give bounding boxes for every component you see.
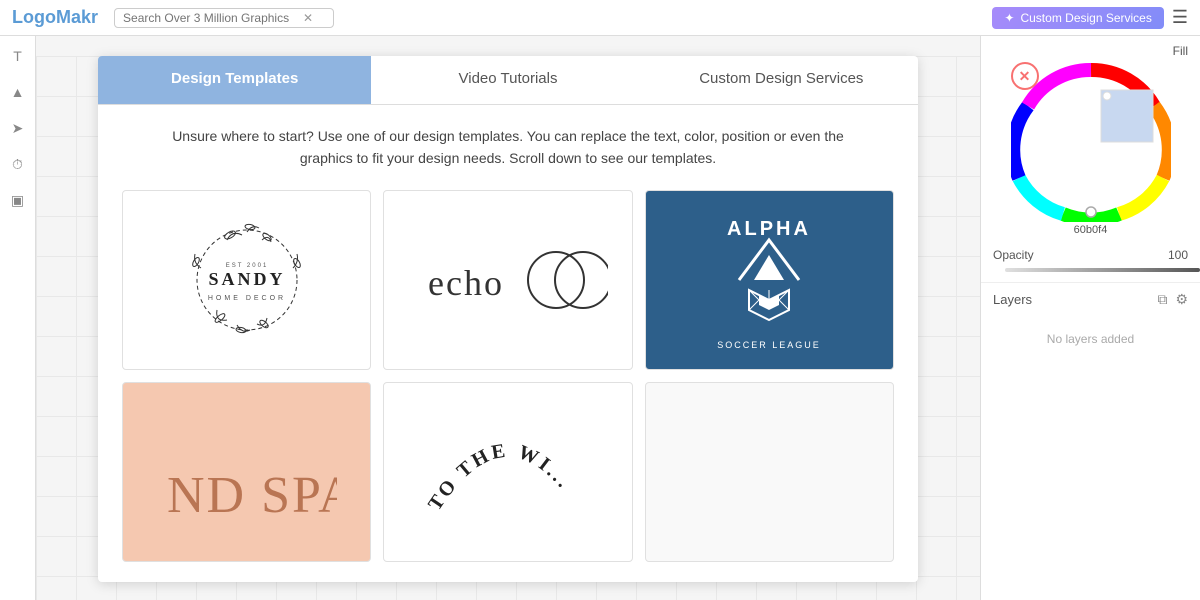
text-tool-icon[interactable]: T <box>6 44 30 68</box>
svg-text:ND SPA: ND SPA <box>167 467 337 522</box>
opacity-value: 100 <box>1168 248 1188 262</box>
spa-logo-svg: ND SPA <box>157 422 337 522</box>
main-area: Design Templates Video Tutorials Custom … <box>36 36 980 600</box>
opacity-slider[interactable] <box>1005 268 1200 272</box>
left-sidebar: T ▲ ➤ ⏱ ▣ <box>0 36 36 600</box>
arrow-tool-icon[interactable]: ➤ <box>6 116 30 140</box>
tab-video-tutorials[interactable]: Video Tutorials <box>371 56 644 104</box>
template-card-sandy[interactable]: SANDY EST 2001 HOME DECOR <box>122 190 371 370</box>
no-layers-text: No layers added <box>993 316 1188 362</box>
custom-design-label: Custom Design Services <box>1020 11 1151 25</box>
tab-bar: Design Templates Video Tutorials Custom … <box>98 56 918 105</box>
opacity-label: Opacity <box>993 248 1164 262</box>
hamburger-icon[interactable]: ☰ <box>1172 7 1188 28</box>
templates-dialog: Design Templates Video Tutorials Custom … <box>98 56 918 582</box>
color-close-button[interactable]: ✕ <box>1011 62 1039 90</box>
fill-label: Fill <box>993 44 1188 58</box>
svg-text:echo: echo <box>428 263 504 303</box>
custom-design-button[interactable]: ✦ Custom Design Services <box>992 7 1163 29</box>
hex-text: 60b0f4 <box>1074 224 1108 236</box>
grid-background: Design Templates Video Tutorials Custom … <box>36 56 980 600</box>
svg-text:HOME DECOR: HOME DECOR <box>208 295 286 302</box>
navbar: LogoMakr ✕ ✦ Custom Design Services ☰ <box>0 0 1200 36</box>
search-input[interactable] <box>123 11 303 25</box>
layer-tool-icon[interactable]: ▣ <box>6 188 30 212</box>
layers-duplicate-icon[interactable]: ⧉ <box>1157 291 1167 308</box>
navbar-right: ✦ Custom Design Services ☰ <box>992 7 1188 29</box>
search-bar[interactable]: ✕ <box>114 8 334 28</box>
right-panel: Fill <box>980 36 1200 600</box>
hex-value: 60b0f4 <box>993 224 1188 236</box>
history-tool-icon[interactable]: ⏱ <box>6 152 30 176</box>
wild-logo-svg: TO THE WI... <box>418 412 598 532</box>
svg-text:TO THE WI...: TO THE WI... <box>424 439 576 514</box>
template-card-echo[interactable]: echo <box>383 190 632 370</box>
template-card-alpha[interactable]: ALPHA SOCCER LEAGUE <box>645 190 894 370</box>
logo: LogoMakr <box>12 7 98 28</box>
template-card-spa[interactable]: ND SPA <box>122 382 371 562</box>
star-icon: ✦ <box>1004 11 1014 25</box>
layers-icons: ⧉ ⚙ <box>1157 291 1188 308</box>
template-card-empty[interactable] <box>645 382 894 562</box>
search-icon: ✕ <box>303 11 313 25</box>
tab-custom-design[interactable]: Custom Design Services <box>645 56 918 104</box>
template-grid: SANDY EST 2001 HOME DECOR echo <box>122 190 894 562</box>
svg-text:EST 2001: EST 2001 <box>225 263 268 269</box>
layers-settings-icon[interactable]: ⚙ <box>1175 291 1188 308</box>
layers-section: Layers ⧉ ⚙ No layers added <box>981 282 1200 370</box>
layers-label: Layers <box>993 292 1157 307</box>
echo-logo-svg: echo <box>408 230 608 330</box>
layers-header: Layers ⧉ ⚙ <box>993 291 1188 308</box>
template-card-wild[interactable]: TO THE WI... <box>383 382 632 562</box>
dialog-body: Unsure where to start? Use one of our de… <box>98 105 918 582</box>
sandy-logo-svg: SANDY EST 2001 HOME DECOR <box>177 210 317 350</box>
tab-design-templates[interactable]: Design Templates <box>98 56 371 104</box>
svg-text:ALPHA: ALPHA <box>727 218 811 240</box>
shape-tool-icon[interactable]: ▲ <box>6 80 30 104</box>
fill-section: Fill <box>981 36 1200 244</box>
alpha-logo-svg: ALPHA SOCCER LEAGUE <box>689 200 849 360</box>
opacity-section: Opacity 100 <box>981 244 1200 266</box>
svg-text:SOCCER LEAGUE: SOCCER LEAGUE <box>718 340 822 350</box>
dialog-description: Unsure where to start? Use one of our de… <box>122 125 894 170</box>
svg-text:SANDY: SANDY <box>208 269 285 289</box>
color-wheel-container[interactable]: ✕ <box>1011 62 1171 222</box>
